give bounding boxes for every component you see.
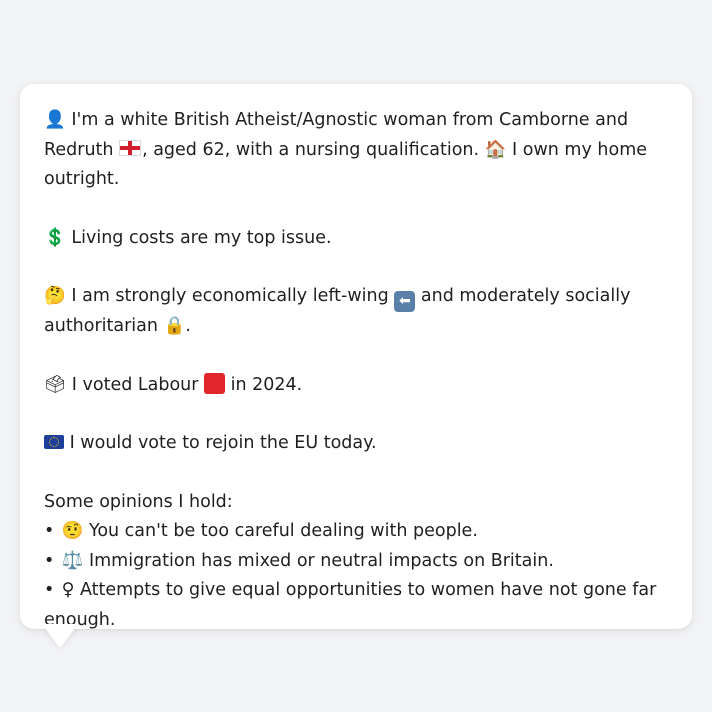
- intro-text-age: , aged 62, with a nursing qualification.: [142, 139, 480, 160]
- bullet-marker: •: [44, 580, 55, 600]
- person-icon: 👤: [44, 110, 66, 130]
- house-icon: 🏠: [484, 139, 507, 160]
- opinion-item: • ♀ Attempts to give equal opportunities…: [44, 576, 668, 635]
- politics-paragraph: 🤔 I am strongly economically left-wing ⬅…: [44, 282, 668, 342]
- opinion-item: • 🤨 You can't be too careful dealing wit…: [44, 517, 668, 547]
- dollar-icon: 💲: [44, 227, 66, 248]
- eu-paragraph: I would vote to rejoin the EU today.: [44, 429, 668, 459]
- left-arrow-icon: ⬅: [394, 291, 416, 312]
- opinion-text: You can't be too careful dealing with pe…: [88, 521, 478, 541]
- balance-scale-icon: ⚖️: [61, 550, 84, 571]
- flag-england-icon: [119, 139, 142, 156]
- issue-text: Living costs are my top issue.: [71, 227, 332, 248]
- female-sign-icon: ♀: [61, 580, 75, 600]
- vote-paragraph: 🗳 I voted Labour in 2024.: [44, 371, 668, 401]
- vote-text: I voted Labour: [71, 374, 199, 395]
- persona-message-bubble: 👤 I'm a white British Atheist/Agnostic w…: [20, 84, 692, 630]
- opinion-item: • ⚖️ Immigration has mixed or neutral im…: [44, 547, 668, 577]
- chat-stage: 👤 I'm a white British Atheist/Agnostic w…: [0, 0, 712, 712]
- lock-icon: 🔒: [163, 316, 186, 336]
- red-square-icon: [204, 372, 226, 394]
- bullet-marker: •: [44, 521, 55, 541]
- eu-text: I would vote to rejoin the EU today.: [69, 433, 377, 453]
- opinion-text: Immigration has mixed or neutral impacts…: [88, 550, 554, 571]
- opinion-text: Attempts to give equal opportunities to …: [44, 580, 657, 630]
- issue-paragraph: 💲 Living costs are my top issue.: [44, 224, 668, 254]
- thinking-face-icon: 🤔: [44, 286, 66, 306]
- bullet-marker: •: [44, 550, 55, 571]
- flag-eu-icon: [44, 435, 64, 449]
- ballot-box-icon: 🗳: [44, 374, 67, 395]
- politics-text-economic: I am strongly economically left-wing: [71, 286, 389, 306]
- opinions-heading: Some opinions I hold:: [44, 491, 233, 512]
- politics-text-period: .: [185, 316, 191, 336]
- intro-paragraph: 👤 I'm a white British Atheist/Agnostic w…: [44, 106, 668, 195]
- vote-year-text: in 2024.: [230, 374, 303, 395]
- raised-eyebrow-face-icon: 🤨: [61, 521, 84, 541]
- bubble-tail: [42, 624, 78, 648]
